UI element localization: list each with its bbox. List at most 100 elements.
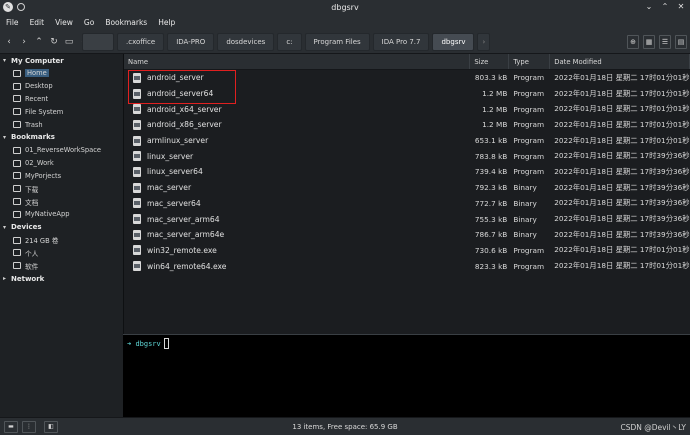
- breadcrumb-program-files[interactable]: Program Files: [304, 33, 370, 51]
- table-row[interactable]: android_x86_server 1.2 MB Program 2022年01月1…: [124, 117, 690, 133]
- expand-icon[interactable]: ▾: [3, 57, 11, 64]
- column-type[interactable]: Type: [509, 54, 551, 69]
- table-row[interactable]: linux_server 783.8 kB Program 2022年01月18日 星…: [124, 148, 690, 164]
- breadcrumb-ida-pro[interactable]: IDA-PRO: [167, 33, 215, 51]
- section-network[interactable]: ▸ Network: [0, 272, 122, 285]
- sidebar-item-bookmark[interactable]: 下载: [0, 182, 122, 195]
- file-name-cell[interactable]: linux_server: [124, 151, 470, 162]
- sidebar-item-bookmark[interactable]: MyPorjects: [0, 170, 122, 183]
- prompt-path: dbgsrv: [135, 339, 161, 348]
- table-row[interactable]: win32_remote.exe 730.6 kB Program 2022年01月1…: [124, 243, 690, 259]
- sidebar-item-device[interactable]: 软件: [0, 259, 122, 272]
- sidebar-item-bookmark[interactable]: 01_ReverseWorkSpace: [0, 144, 122, 157]
- file-name-cell[interactable]: android_x86_server: [124, 119, 470, 130]
- file-name-cell[interactable]: armlinux_server: [124, 135, 470, 146]
- table-row[interactable]: armlinux_server 653.1 kB Program 2022年01月18…: [124, 133, 690, 149]
- watermark: CSDN @Devil丶LY: [620, 423, 686, 432]
- table-row[interactable]: mac_server64 772.7 kB Binary 2022年01月18日 星期…: [124, 196, 690, 212]
- breadcrumb-ida-pro-77[interactable]: IDA Pro 7.7: [372, 33, 430, 51]
- file-date: 2022年01月18日 星期二 17时39分36秒: [554, 198, 690, 208]
- maximize-icon[interactable]: ⌃: [660, 2, 670, 12]
- file-name-cell[interactable]: mac_server_arm64: [124, 214, 470, 225]
- sidebar-item-bookmark[interactable]: 文档: [0, 195, 122, 208]
- sidebar-item-device[interactable]: 个人: [0, 247, 122, 260]
- file-name-cell[interactable]: linux_server64: [124, 166, 470, 177]
- file-name-cell[interactable]: mac_server64: [124, 198, 470, 209]
- file-name-cell[interactable]: win32_remote.exe: [124, 245, 470, 256]
- breadcrumb-dosdevices[interactable]: dosdevices: [217, 33, 275, 51]
- file-type: Program: [513, 104, 545, 114]
- compact-view-icon[interactable]: ▤: [675, 35, 687, 49]
- file-icon: [133, 104, 141, 115]
- desktop-icon: [13, 82, 21, 90]
- column-date-modified[interactable]: Date Modified: [550, 54, 690, 69]
- terminal-prompt: ➜ dbgsrv: [127, 338, 169, 349]
- file-name-cell[interactable]: android_x64_server: [124, 104, 470, 115]
- menu-bookmarks[interactable]: Bookmarks: [105, 18, 147, 27]
- drive-icon: [13, 262, 21, 270]
- file-name-cell[interactable]: mac_server: [124, 182, 470, 193]
- breadcrumb: .cxoffice IDA-PRO dosdevices c: Program …: [82, 33, 491, 51]
- back-icon[interactable]: ‹: [3, 35, 15, 49]
- section-my-computer[interactable]: ▾ My Computer: [0, 54, 122, 67]
- file-list: Name Size Type Date Modified android_ser…: [123, 54, 690, 334]
- icon-view-icon[interactable]: ▦: [643, 35, 655, 49]
- up-icon[interactable]: ⌃: [33, 35, 45, 49]
- file-size: 1.2 MB: [482, 104, 508, 114]
- table-row[interactable]: mac_server_arm64e 786.7 kB Binary 2022年01月1…: [124, 227, 690, 243]
- home-icon: [13, 69, 21, 77]
- table-row[interactable]: mac_server 792.3 kB Binary 2022年01月18日 星期二 …: [124, 180, 690, 196]
- table-row[interactable]: mac_server_arm64 755.3 kB Binary 2022年01月18…: [124, 211, 690, 227]
- breadcrumb-cxoffice[interactable]: .cxoffice: [117, 33, 165, 51]
- sidebar-item-device[interactable]: 214 GB 卷: [0, 234, 122, 247]
- menu-help[interactable]: Help: [158, 18, 175, 27]
- new-folder-icon[interactable]: ⊕: [627, 35, 639, 49]
- collapse-icon[interactable]: ▸: [3, 275, 11, 282]
- title-bar: ✎ dbgsrv ⌄ ⌃ ✕: [0, 0, 690, 14]
- minimize-icon[interactable]: ⌄: [644, 2, 654, 12]
- reload-icon[interactable]: ↻: [48, 35, 60, 49]
- forward-icon[interactable]: ›: [18, 35, 30, 49]
- file-name-cell[interactable]: win64_remote64.exe: [124, 261, 470, 272]
- file-date: 2022年01月18日 星期二 17时01分01秒: [554, 135, 690, 145]
- computer-icon[interactable]: ▭: [63, 35, 75, 49]
- sidebar-item-desktop[interactable]: Desktop: [0, 80, 122, 93]
- file-name-cell[interactable]: mac_server_arm64e: [124, 229, 470, 240]
- column-name[interactable]: Name: [124, 54, 471, 69]
- close-icon[interactable]: ✕: [676, 2, 686, 12]
- section-devices[interactable]: ▾ Devices: [0, 221, 122, 234]
- sidebar-item-recent[interactable]: Recent: [0, 93, 122, 106]
- breadcrumb-next-icon[interactable]: ›: [477, 33, 491, 51]
- menu-file[interactable]: File: [6, 18, 19, 27]
- table-row[interactable]: linux_server64 739.4 kB Program 2022年01月18日…: [124, 164, 690, 180]
- column-size[interactable]: Size: [470, 54, 510, 69]
- table-row[interactable]: win64_remote64.exe 823.3 kB Program 2022年01…: [124, 258, 690, 274]
- sidebar-item-bookmark[interactable]: 02_Work: [0, 157, 122, 170]
- breadcrumb-c[interactable]: c:: [277, 33, 302, 51]
- sidebar-item-trash[interactable]: Trash: [0, 118, 122, 131]
- drive-icon: [13, 236, 21, 244]
- sidebar-item-file-system[interactable]: File System: [0, 105, 122, 118]
- file-size: 792.3 kB: [474, 183, 508, 193]
- terminal-cursor: [163, 338, 169, 349]
- breadcrumb-dbgsrv[interactable]: dbgsrv: [432, 33, 475, 51]
- breadcrumb-hidden[interactable]: [82, 33, 114, 51]
- file-name: mac_server_arm64e: [147, 230, 225, 240]
- list-view-icon[interactable]: ☰: [659, 35, 671, 49]
- expand-icon[interactable]: ▾: [3, 224, 11, 231]
- file-name: mac_server: [147, 183, 192, 193]
- sidebar-item-bookmark[interactable]: MyNativeApp: [0, 208, 122, 221]
- file-name: mac_server64: [147, 198, 201, 208]
- sidebar-item-home[interactable]: Home: [0, 67, 122, 80]
- terminal-panel[interactable]: ➜ dbgsrv: [123, 334, 690, 417]
- expand-icon[interactable]: ▾: [3, 134, 11, 141]
- section-bookmarks[interactable]: ▾ Bookmarks: [0, 131, 122, 144]
- file-icon: [133, 182, 141, 193]
- menu-go[interactable]: Go: [84, 18, 94, 27]
- menu-view[interactable]: View: [55, 18, 73, 27]
- folder-icon: [13, 146, 21, 154]
- file-type: Program: [513, 167, 545, 177]
- file-icon: [133, 229, 141, 240]
- file-date: 2022年01月18日 星期二 17时01分01秒: [554, 261, 690, 271]
- menu-edit[interactable]: Edit: [30, 18, 45, 27]
